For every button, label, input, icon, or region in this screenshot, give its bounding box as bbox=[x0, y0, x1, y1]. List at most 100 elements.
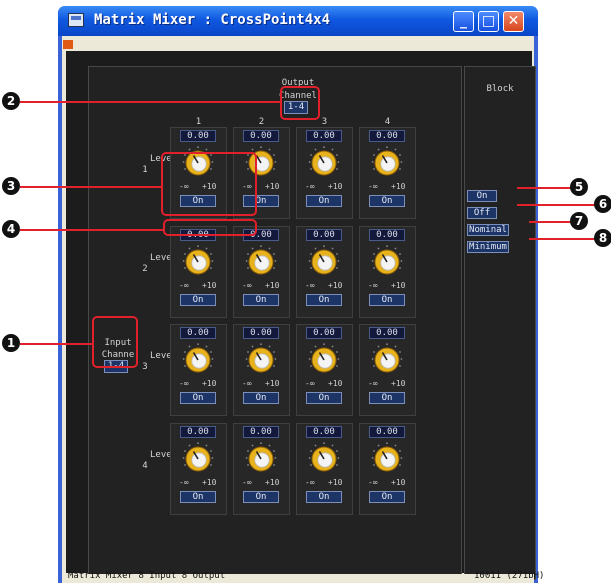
block-on-button[interactable]: On bbox=[467, 190, 497, 202]
level-min-label: -∞ bbox=[368, 379, 378, 388]
level-knob[interactable] bbox=[244, 441, 278, 475]
output-column-number: 4 bbox=[384, 117, 391, 127]
title-bar[interactable]: Matrix Mixer : CrossPoint4x4 _ □ ✕ bbox=[58, 6, 538, 36]
level-max-label: +10 bbox=[391, 281, 406, 290]
level-value-display[interactable]: 0.00 bbox=[180, 426, 216, 438]
callout-marker-2: 2 bbox=[2, 92, 20, 110]
crosspoint-on-button[interactable]: On bbox=[306, 195, 342, 207]
level-min-label: -∞ bbox=[179, 281, 189, 290]
level-knob[interactable] bbox=[244, 342, 278, 376]
callout-marker-5: 5 bbox=[570, 178, 588, 196]
level-min-label: -∞ bbox=[368, 478, 378, 487]
block-title: Block bbox=[486, 84, 514, 94]
crosspoint-on-button[interactable]: On bbox=[369, 294, 405, 306]
crosspoint-on-button[interactable]: On bbox=[180, 392, 216, 404]
crosspoint-on-button[interactable]: On bbox=[243, 491, 279, 503]
level-value-display[interactable]: 0.00 bbox=[369, 426, 405, 438]
crosspoint-on-button[interactable]: On bbox=[306, 392, 342, 404]
level-value-display[interactable]: 0.00 bbox=[180, 327, 216, 339]
block-area bbox=[464, 66, 536, 580]
level-knob[interactable] bbox=[370, 441, 404, 475]
level-min-label: -∞ bbox=[242, 478, 252, 487]
level-knob[interactable] bbox=[370, 342, 404, 376]
level-max-label: +10 bbox=[328, 379, 343, 388]
close-button[interactable]: ✕ bbox=[503, 11, 524, 32]
level-value-display[interactable]: 0.00 bbox=[369, 327, 405, 339]
level-knob[interactable] bbox=[370, 145, 404, 179]
maximize-icon: □ bbox=[481, 13, 496, 29]
level-value-display[interactable]: 0.00 bbox=[243, 327, 279, 339]
status-description: Matrix Mixer 8 Input 8 Output bbox=[68, 571, 226, 581]
level-max-label: +10 bbox=[265, 281, 280, 290]
level-knob[interactable] bbox=[181, 441, 215, 475]
level-value-display[interactable]: 0.00 bbox=[369, 130, 405, 142]
app-window-icon bbox=[68, 13, 84, 27]
level-value-display[interactable]: 0.00 bbox=[369, 229, 405, 241]
block-minimum-button[interactable]: Minimum bbox=[467, 241, 509, 253]
callout-line-1 bbox=[20, 343, 92, 345]
maximize-button[interactable]: □ bbox=[478, 11, 499, 32]
level-knob[interactable] bbox=[307, 342, 341, 376]
crosspoint-on-button[interactable]: On bbox=[306, 491, 342, 503]
level-knob[interactable] bbox=[181, 342, 215, 376]
mixer-panel: Output Channel 1-4 Block On Off Nominal … bbox=[66, 51, 536, 580]
close-icon: ✕ bbox=[507, 13, 520, 29]
input-row-number: 1 bbox=[142, 165, 148, 175]
level-value-display[interactable]: 0.00 bbox=[306, 426, 342, 438]
crosspoint-on-button[interactable]: On bbox=[243, 294, 279, 306]
block-off-button[interactable]: Off bbox=[467, 207, 497, 219]
callout-marker-6: 6 bbox=[594, 195, 611, 213]
level-min-label: -∞ bbox=[368, 281, 378, 290]
crosspoint-on-button[interactable]: On bbox=[180, 294, 216, 306]
level-value-display[interactable]: 0.00 bbox=[306, 229, 342, 241]
level-min-label: -∞ bbox=[305, 478, 315, 487]
callout-marker-1: 1 bbox=[2, 334, 20, 352]
level-value-display[interactable]: 0.00 bbox=[243, 426, 279, 438]
crosspoint-on-button[interactable]: On bbox=[306, 294, 342, 306]
level-max-label: +10 bbox=[202, 478, 217, 487]
level-value-display[interactable]: 0.00 bbox=[180, 130, 216, 142]
level-value-display[interactable]: 0.00 bbox=[243, 130, 279, 142]
callout-line-3 bbox=[20, 186, 161, 188]
callout-marker-7: 7 bbox=[570, 212, 588, 230]
level-min-label: -∞ bbox=[242, 379, 252, 388]
level-min-label: -∞ bbox=[305, 182, 315, 191]
callout-line-2 bbox=[20, 101, 280, 103]
level-max-label: +10 bbox=[391, 182, 406, 191]
crosspoint-on-button[interactable]: On bbox=[243, 392, 279, 404]
callout-line-4 bbox=[20, 229, 163, 231]
minimize-icon: _ bbox=[460, 13, 467, 29]
input-row-number: 3 bbox=[142, 362, 148, 372]
level-min-label: -∞ bbox=[305, 281, 315, 290]
level-min-label: -∞ bbox=[179, 379, 189, 388]
crosspoint-on-button[interactable]: On bbox=[369, 491, 405, 503]
component-menu-icon[interactable] bbox=[63, 40, 73, 49]
level-max-label: +10 bbox=[265, 182, 280, 191]
level-max-label: +10 bbox=[202, 379, 217, 388]
crosspoint-on-button[interactable]: On bbox=[369, 392, 405, 404]
crosspoint-on-button[interactable]: On bbox=[369, 195, 405, 207]
callout-line-8 bbox=[529, 238, 597, 240]
level-value-display[interactable]: 0.00 bbox=[306, 130, 342, 142]
level-knob[interactable] bbox=[307, 145, 341, 179]
block-nominal-button[interactable]: Nominal bbox=[467, 224, 509, 236]
level-min-label: -∞ bbox=[179, 478, 189, 487]
callout-box-4 bbox=[163, 219, 257, 236]
input-row-number: 4 bbox=[142, 461, 148, 471]
level-knob[interactable] bbox=[307, 441, 341, 475]
input-row-number: 2 bbox=[142, 264, 148, 274]
level-knob[interactable] bbox=[370, 244, 404, 278]
level-max-label: +10 bbox=[265, 478, 280, 487]
level-knob[interactable] bbox=[181, 244, 215, 278]
level-value-display[interactable]: 0.00 bbox=[306, 327, 342, 339]
status-version: 10011 (271bH) bbox=[474, 571, 545, 581]
level-max-label: +10 bbox=[265, 379, 280, 388]
level-max-label: +10 bbox=[391, 379, 406, 388]
level-knob[interactable] bbox=[307, 244, 341, 278]
minimize-button[interactable]: _ bbox=[453, 11, 474, 32]
level-max-label: +10 bbox=[202, 281, 217, 290]
level-min-label: -∞ bbox=[242, 281, 252, 290]
level-knob[interactable] bbox=[244, 244, 278, 278]
callout-marker-4: 4 bbox=[2, 220, 20, 238]
crosspoint-on-button[interactable]: On bbox=[180, 491, 216, 503]
